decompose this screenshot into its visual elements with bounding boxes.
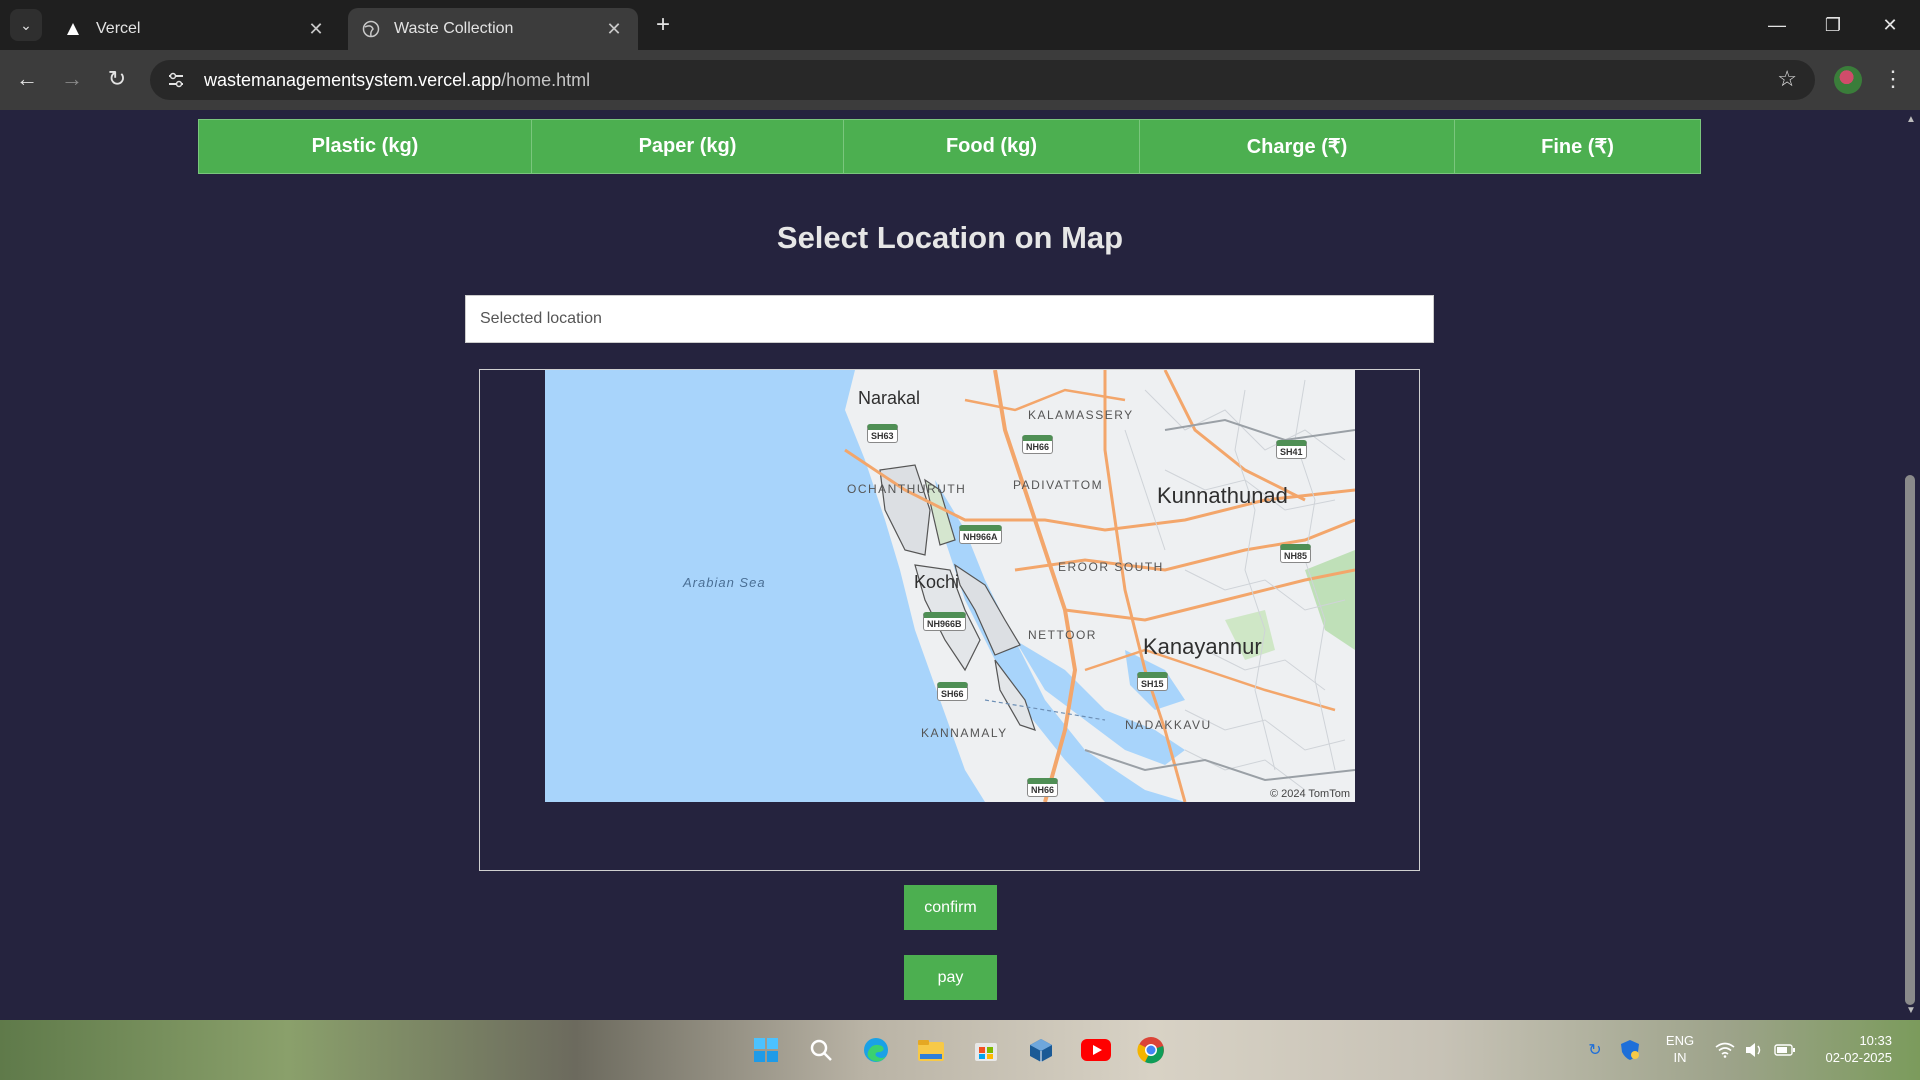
tab-search-button[interactable]: ⌄ — [10, 9, 42, 41]
map-label: OCHANTHURUTH — [847, 482, 967, 496]
vercel-triangle-icon — [64, 20, 82, 38]
sync-icon[interactable]: ↻ — [1585, 1034, 1605, 1066]
map-container: Narakal KALAMASSERY OCHANTHURUTH PADIVAT… — [479, 369, 1420, 871]
column-header-paper: Paper (kg) — [532, 120, 844, 173]
site-info-icon[interactable] — [158, 65, 194, 95]
tab-vercel[interactable]: Vercel ✕ — [50, 8, 340, 50]
forward-arrow-icon[interactable]: → — [57, 64, 87, 94]
menu-kebab-icon[interactable]: ⋮ — [1882, 64, 1904, 94]
youtube-icon[interactable] — [1080, 1034, 1112, 1066]
road-shield: NH85 — [1280, 544, 1312, 563]
restore-icon[interactable]: ❐ — [1818, 12, 1848, 38]
wifi-icon[interactable] — [1712, 1034, 1738, 1066]
tab-title: Vercel — [96, 20, 141, 37]
windows-start-icon[interactable] — [750, 1034, 782, 1066]
url-host: wastemanagementsystem.vercel.app — [204, 69, 502, 90]
edge-icon[interactable] — [860, 1034, 892, 1066]
language-indicator[interactable]: ENG IN — [1660, 1032, 1700, 1066]
reload-icon[interactable]: ↻ — [102, 64, 132, 94]
back-arrow-icon[interactable]: ← — [12, 64, 42, 94]
map-label: Kochi — [914, 572, 960, 592]
page-title: Select Location on Map — [776, 220, 1124, 255]
map-label: NETTOOR — [1028, 628, 1097, 642]
chevron-down-icon: ⌄ — [20, 16, 32, 33]
defender-shield-icon[interactable] — [1617, 1034, 1643, 1066]
map-label: Narakal — [858, 388, 921, 408]
virtualbox-icon[interactable] — [1025, 1034, 1057, 1066]
map-label: PADIVATTOM — [1013, 478, 1104, 492]
column-header-fine: Fine (₹) — [1455, 120, 1700, 173]
page-scrollbar[interactable]: ▲ ▼ — [1900, 110, 1920, 1020]
map-label: EROOR SOUTH — [1058, 560, 1164, 574]
column-header-food: Food (kg) — [844, 120, 1140, 173]
browser-tab-bar: ⌄ Vercel ✕ Waste Collection ✕ + — ❐ ✕ — [0, 0, 1920, 50]
scroll-down-arrow-icon[interactable]: ▼ — [1906, 1005, 1916, 1016]
tab-title: Waste Collection — [394, 20, 514, 37]
column-header-plastic: Plastic (kg) — [199, 120, 532, 173]
map-label: Kanayannur — [1143, 634, 1262, 659]
map-label: Arabian Sea — [683, 575, 766, 590]
window-close-icon[interactable]: ✕ — [1875, 12, 1905, 38]
map-view[interactable]: Narakal KALAMASSERY OCHANTHURUTH PADIVAT… — [545, 370, 1355, 802]
map-label: NADAKKAVU — [1125, 718, 1212, 732]
close-icon[interactable]: ✕ — [306, 19, 326, 40]
map-label: KANNAMALY — [921, 726, 1008, 740]
road-shield: NH966A — [959, 525, 1002, 544]
road-shield: SH63 — [867, 424, 898, 443]
clock-date: 02-02-2025 — [1825, 1050, 1893, 1065]
clock[interactable]: 10:33 02-02-2025 — [1808, 1032, 1893, 1066]
chrome-icon[interactable] — [1135, 1034, 1167, 1066]
road-shield: SH66 — [937, 682, 968, 701]
battery-icon[interactable] — [1772, 1034, 1798, 1066]
tab-waste-collection[interactable]: Waste Collection ✕ — [348, 8, 638, 50]
file-explorer-icon[interactable] — [915, 1034, 947, 1066]
url-text: wastemanagementsystem.vercel.app/home.ht… — [204, 70, 590, 91]
road-shield: NH66 — [1027, 778, 1059, 797]
language-code: ENG — [1665, 1033, 1695, 1048]
map-label: Kunnathunad — [1157, 483, 1288, 508]
search-icon[interactable] — [805, 1034, 837, 1066]
scrollbar-thumb[interactable] — [1905, 475, 1915, 1005]
address-bar[interactable]: wastemanagementsystem.vercel.app/home.ht… — [150, 60, 1815, 100]
volume-icon[interactable] — [1742, 1034, 1768, 1066]
pay-button[interactable]: pay — [904, 955, 997, 1000]
url-path: /home.html — [501, 69, 591, 90]
page-content: Plastic (kg) Paper (kg) Food (kg) Charge… — [0, 110, 1900, 1020]
new-tab-button[interactable]: + — [652, 12, 674, 38]
minimize-icon[interactable]: — — [1762, 12, 1792, 38]
bookmark-star-icon[interactable]: ☆ — [1777, 66, 1797, 92]
windows-taskbar: ↻ ENG IN 10:33 02-02-2025 — [0, 1020, 1920, 1080]
road-shield: SH15 — [1137, 672, 1168, 691]
confirm-button[interactable]: confirm — [904, 885, 997, 930]
scroll-up-arrow-icon[interactable]: ▲ — [1906, 114, 1916, 125]
map-label: KALAMASSERY — [1028, 408, 1134, 422]
close-icon[interactable]: ✕ — [604, 19, 624, 40]
profile-avatar[interactable] — [1834, 66, 1862, 94]
road-shield: NH66 — [1022, 435, 1054, 454]
waste-table-header: Plastic (kg) Paper (kg) Food (kg) Charge… — [198, 119, 1701, 174]
region-code: IN — [1673, 1050, 1687, 1065]
clock-time: 10:33 — [1859, 1033, 1892, 1048]
map-attribution: © 2024 TomTom — [1269, 788, 1350, 800]
road-shield: SH41 — [1276, 440, 1307, 459]
browser-toolbar: ← → ↻ wastemanagementsystem.vercel.app/h… — [0, 50, 1920, 110]
store-icon[interactable] — [970, 1034, 1002, 1066]
globe-icon — [362, 20, 380, 38]
selected-location-input[interactable] — [465, 295, 1434, 343]
road-shield: NH966B — [923, 612, 966, 631]
column-header-charge: Charge (₹) — [1140, 120, 1455, 173]
